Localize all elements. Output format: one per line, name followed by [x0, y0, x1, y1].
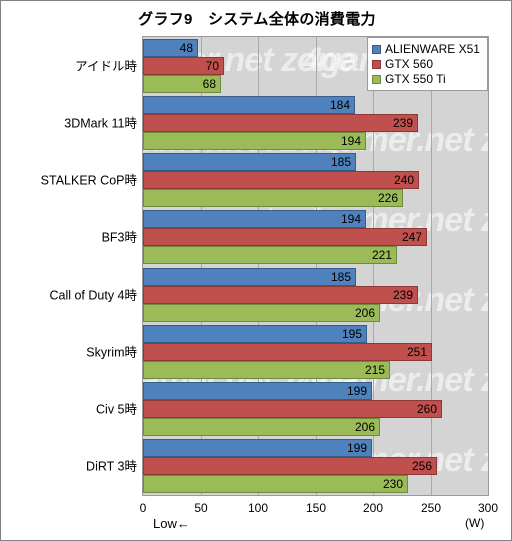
- value-axis: 0 50 100 150 200 250 300: [139, 498, 498, 540]
- category-label: 3DMark 11時: [64, 116, 137, 131]
- category-label: BF3時: [101, 230, 137, 245]
- legend-swatch: [372, 59, 381, 69]
- legend-label: ALIENWARE X51: [385, 42, 480, 56]
- category-label: Civ 5時: [96, 402, 137, 417]
- legend-label: GTX 560: [385, 57, 434, 71]
- unit-label: (W): [465, 516, 485, 530]
- x-axis-tick-label: 150: [305, 501, 327, 515]
- legend-item: GTX 550 Ti: [372, 72, 482, 86]
- legend-swatch: [372, 74, 381, 84]
- x-axis-tick-label: 300: [477, 501, 499, 515]
- legend-label: GTX 550 Ti: [385, 72, 446, 86]
- legend-swatch: [372, 44, 381, 54]
- x-axis-tick-label: 0: [139, 501, 147, 515]
- x-axis-tick-label: 50: [194, 501, 208, 515]
- category-label: STALKER CoP時: [40, 173, 137, 188]
- power-consumption-bar-chart: グラフ9 システム全体の消費電力 4gamer.net zone4gamer.n…: [0, 0, 512, 541]
- x-axis-tick-label: 200: [362, 501, 384, 515]
- chart-legend: ALIENWARE X51 GTX 560 GTX 550 Ti: [367, 37, 488, 91]
- x-axis-tick-label: 250: [420, 501, 442, 515]
- category-label: DiRT 3時: [86, 459, 137, 474]
- low-better-annotation: Low←: [153, 516, 190, 531]
- legend-item: ALIENWARE X51: [372, 42, 482, 56]
- category-label: Skyrim時: [86, 345, 137, 360]
- legend-item: GTX 560: [372, 57, 482, 71]
- chart-title: グラフ9 システム全体の消費電力: [138, 11, 376, 28]
- category-label: Call of Duty 4時: [49, 288, 137, 303]
- x-axis-tick-label: 100: [247, 501, 269, 515]
- category-label: アイドル時: [75, 59, 137, 74]
- category-axis-labels: アイドル時 3DMark 11時 STALKER CoP時 BF3時 Call of D…: [1, 36, 511, 496]
